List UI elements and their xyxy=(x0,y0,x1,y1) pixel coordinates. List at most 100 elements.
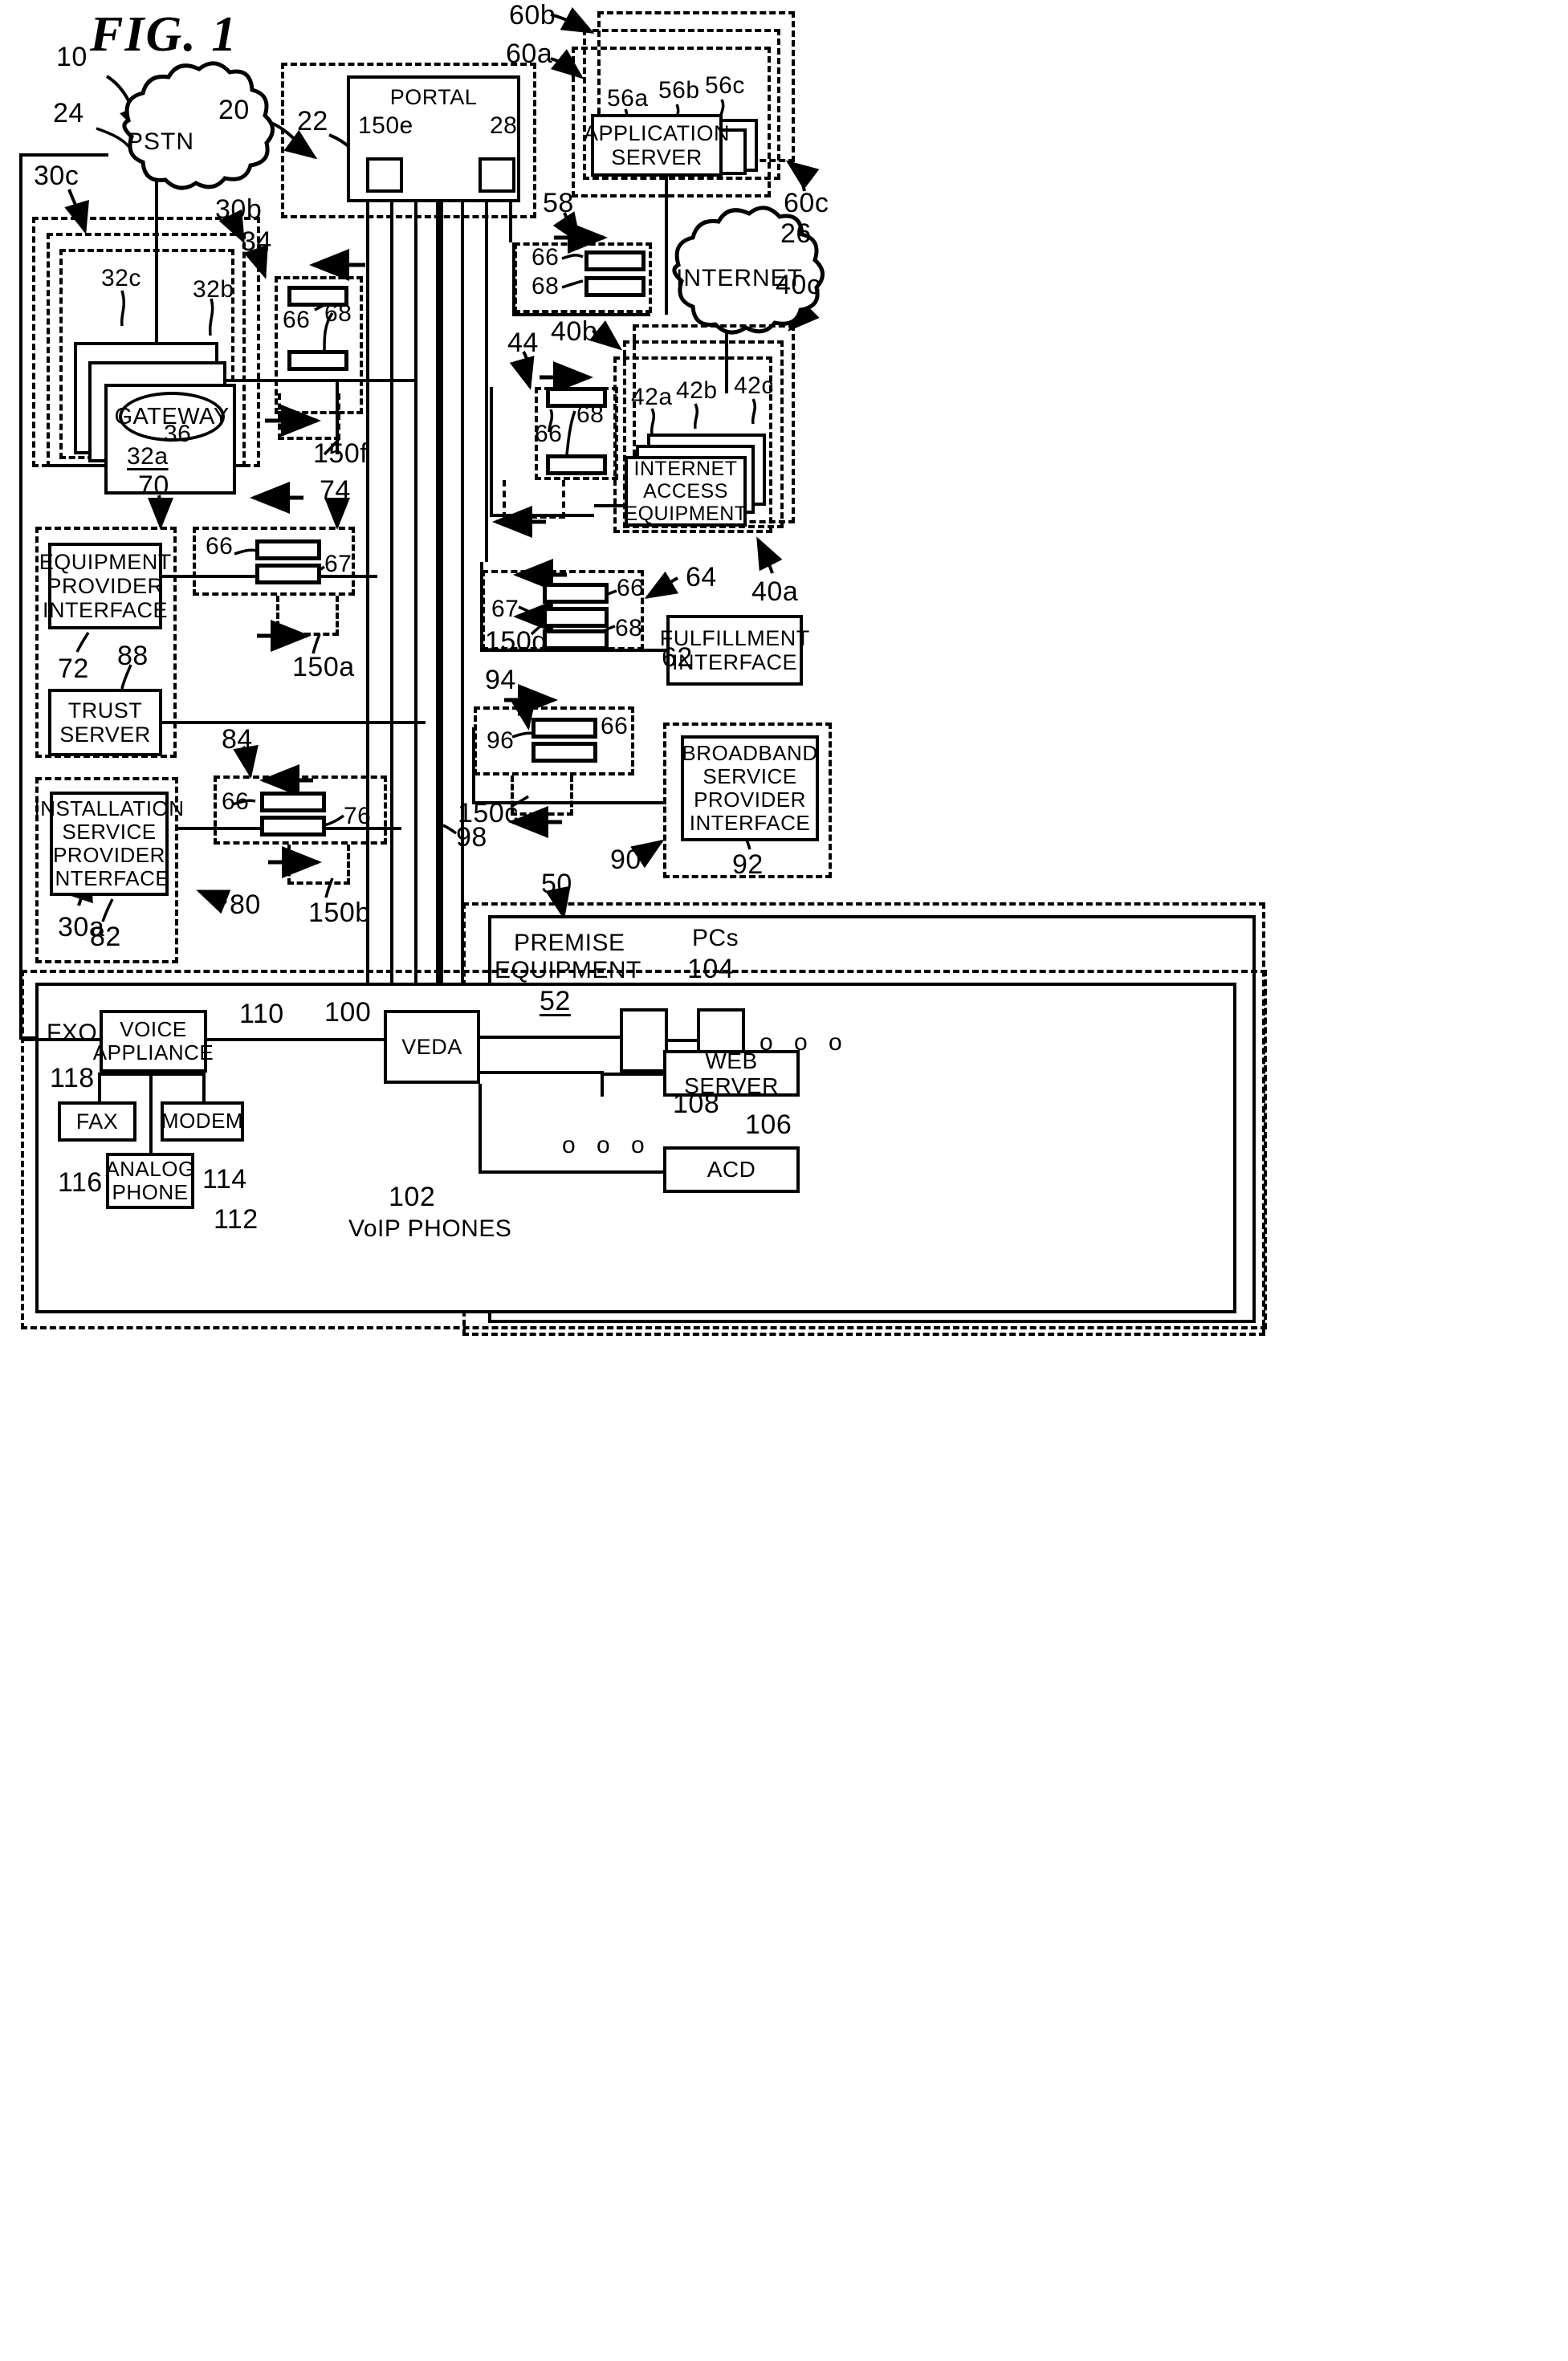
ref-112: 112 xyxy=(214,1204,259,1235)
ref-68-g44: 68 xyxy=(576,401,605,428)
modem-box[interactable]: MODEM xyxy=(161,1101,244,1142)
installation-service-provider-interface-box[interactable]: INSTALLATION SERVICE PROVIDER INTERFACE xyxy=(34,792,184,896)
veda-label: VEDA xyxy=(401,1034,462,1059)
message-bar-66-g58[interactable] xyxy=(584,250,646,271)
voice-appliance-label: VOICE APPLIANCE xyxy=(92,1016,214,1064)
fxo-line xyxy=(21,1038,100,1041)
ref-30c: 30c xyxy=(34,161,79,191)
veda-acd-drop xyxy=(479,1084,482,1174)
message-bar-68-g64[interactable] xyxy=(543,629,609,650)
ref-56a: 56a xyxy=(607,85,649,112)
ref-40c: 40c xyxy=(776,270,821,300)
ref-118: 118 xyxy=(50,1063,95,1093)
ref-67-g74: 67 xyxy=(324,551,352,577)
analog-phone-label: ANALOG PHONE xyxy=(105,1156,195,1204)
ref-56c: 56c xyxy=(705,72,745,99)
va-fax-drop xyxy=(98,1073,101,1105)
message-bar-68-g44[interactable] xyxy=(546,454,607,475)
ref-150b: 150b xyxy=(308,898,371,928)
message-bar-68-g58[interactable] xyxy=(584,276,646,297)
pcs-label: PCs xyxy=(692,925,739,951)
figure-title: FIG. 1 xyxy=(90,7,238,62)
ref-24: 24 xyxy=(53,98,84,128)
ref-60b: 60b xyxy=(509,0,556,31)
veda-box[interactable]: VEDA xyxy=(384,1010,480,1084)
pstn-cloud-shape xyxy=(122,61,275,190)
ref-50: 50 xyxy=(541,869,572,899)
va-analog-drop xyxy=(149,1073,153,1153)
ref-32c: 32c xyxy=(101,265,141,291)
ref-62: 62 xyxy=(662,642,693,673)
voice-appliance-box[interactable]: VOICE APPLIANCE xyxy=(93,1010,214,1073)
iae-label: INTERNET ACCESS EQUIPMENT xyxy=(624,458,747,525)
portal-label: PORTAL xyxy=(389,85,478,109)
broadband-service-provider-interface-box[interactable]: BROADBAND SERVICE PROVIDER INTERFACE xyxy=(681,735,819,841)
ref-100: 100 xyxy=(324,997,372,1028)
message-bar-76-g84[interactable] xyxy=(260,816,326,837)
ref-30b: 30b xyxy=(215,194,263,225)
message-bar-96-g94[interactable] xyxy=(531,742,597,763)
ref-98: 98 xyxy=(456,822,487,853)
flow-group-150c xyxy=(511,775,573,816)
ref-72: 72 xyxy=(58,653,89,684)
message-bar-66-g64[interactable] xyxy=(543,583,609,604)
ref-34: 34 xyxy=(241,226,272,257)
acd-label: ACD xyxy=(707,1157,756,1183)
veda-right-2 xyxy=(480,1071,602,1074)
portal-item-28[interactable] xyxy=(479,157,515,193)
installation-interface-label: INSTALLATION SERVICE PROVIDER INTERFACE xyxy=(34,796,185,891)
flow-group-150f xyxy=(278,393,340,440)
ref-42c: 42c xyxy=(734,372,774,399)
ref-64: 64 xyxy=(686,562,717,592)
ref-32b: 32b xyxy=(193,276,234,303)
ref-60c: 60c xyxy=(784,188,829,218)
ref-36: 36 xyxy=(164,421,192,447)
premise-label-line2: EQUIPMENT xyxy=(495,957,641,983)
ref-76-g84: 76 xyxy=(344,803,372,829)
trust-server-label: TRUST SERVER xyxy=(59,698,151,747)
ref-150e: 150e xyxy=(358,112,413,139)
ref-66-g94: 66 xyxy=(601,713,629,739)
message-bar-67-g74[interactable] xyxy=(255,564,321,584)
ref-68-g58: 68 xyxy=(531,273,560,299)
message-bar-66-g74[interactable] xyxy=(255,539,321,560)
ref-84: 84 xyxy=(222,724,253,755)
veda-to-pc xyxy=(480,1036,621,1039)
fxo-label: FXO xyxy=(47,1020,98,1046)
acd-feed xyxy=(479,1170,665,1174)
modem-label: MODEM xyxy=(161,1109,244,1134)
patent-figure-canvas: FIG. 1 10 20 22 PORTAL 150e 28 60b 60a 6… xyxy=(0,0,1568,2361)
ref-104: 104 xyxy=(687,954,735,984)
flow-group-150a xyxy=(276,596,339,636)
application-server-card-56a[interactable]: APPLICATION SERVER xyxy=(584,114,730,177)
message-bar-68-g34[interactable] xyxy=(287,350,348,371)
ref-70: 70 xyxy=(138,470,169,501)
fax-box[interactable]: FAX xyxy=(58,1101,136,1142)
iae-card-42a[interactable]: INTERNET ACCESS EQUIPMENT xyxy=(624,456,747,527)
ref-150a: 150a xyxy=(292,652,355,682)
ref-67-g64: 67 xyxy=(491,596,519,622)
ref-28: 28 xyxy=(490,112,518,139)
ref-66-g84: 66 xyxy=(222,788,250,815)
ref-150f: 150f xyxy=(313,438,369,469)
pc-box-1[interactable] xyxy=(620,1008,668,1073)
ref-90: 90 xyxy=(610,845,641,875)
portal-item-150e[interactable] xyxy=(366,157,403,193)
equipment-provider-interface-box[interactable]: EQUIPMENT PROVIDER INTERFACE xyxy=(39,543,171,629)
ref-66-g64: 66 xyxy=(617,575,645,601)
ref-66-g74: 66 xyxy=(206,533,234,560)
ref-66-g58: 66 xyxy=(531,244,560,271)
ref-22: 22 xyxy=(297,106,328,136)
portal-bus-line-2 xyxy=(390,202,393,1012)
message-bar-67-g64[interactable] xyxy=(543,607,609,628)
ref-102: 102 xyxy=(389,1182,436,1212)
ref-74: 74 xyxy=(320,475,351,506)
pc1-to-pc2 xyxy=(668,1039,698,1042)
analog-phone-box[interactable]: ANALOG PHONE xyxy=(105,1153,195,1209)
voip-ellipsis: o o o xyxy=(562,1132,652,1158)
message-bar-66-g84[interactable] xyxy=(260,792,326,812)
trust-server-box[interactable]: TRUST SERVER xyxy=(48,689,162,756)
acd-box[interactable]: ACD xyxy=(663,1146,800,1193)
message-bar-66-g94[interactable] xyxy=(531,718,597,739)
ref-44: 44 xyxy=(507,328,539,358)
